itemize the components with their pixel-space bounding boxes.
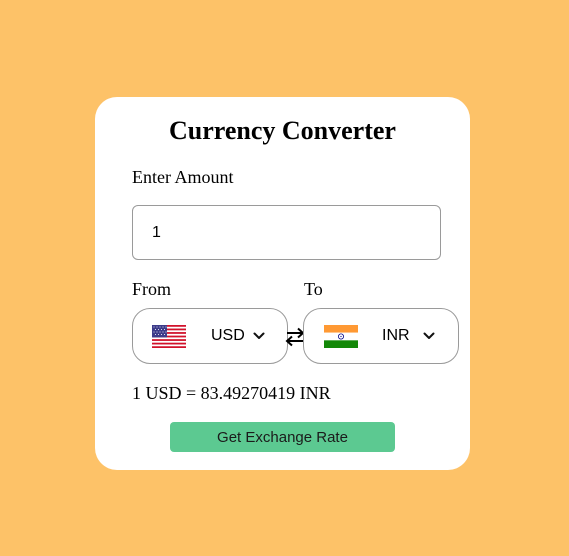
chevron-down-icon bbox=[253, 332, 265, 339]
converter-card: Currency Converter Enter Amount From To … bbox=[95, 97, 470, 470]
chevron-down-icon bbox=[423, 332, 435, 339]
page-title: Currency Converter bbox=[169, 116, 396, 145]
to-currency-code: INR bbox=[382, 327, 410, 344]
from-currency-code: USD bbox=[211, 327, 245, 344]
us-flag-icon bbox=[152, 325, 186, 348]
to-label: To bbox=[304, 279, 323, 299]
amount-label: Enter Amount bbox=[132, 167, 234, 187]
get-exchange-rate-button[interactable]: Get Exchange Rate bbox=[170, 422, 395, 452]
amount-input[interactable] bbox=[132, 205, 441, 260]
to-currency-select[interactable]: INR bbox=[303, 308, 459, 364]
india-flag-icon bbox=[324, 325, 358, 348]
swap-arrows-icon[interactable] bbox=[285, 326, 305, 348]
exchange-rate-result: 1 USD = 83.49270419 INR bbox=[132, 383, 331, 403]
from-label: From bbox=[132, 279, 172, 299]
from-currency-select[interactable]: USD bbox=[132, 308, 288, 364]
